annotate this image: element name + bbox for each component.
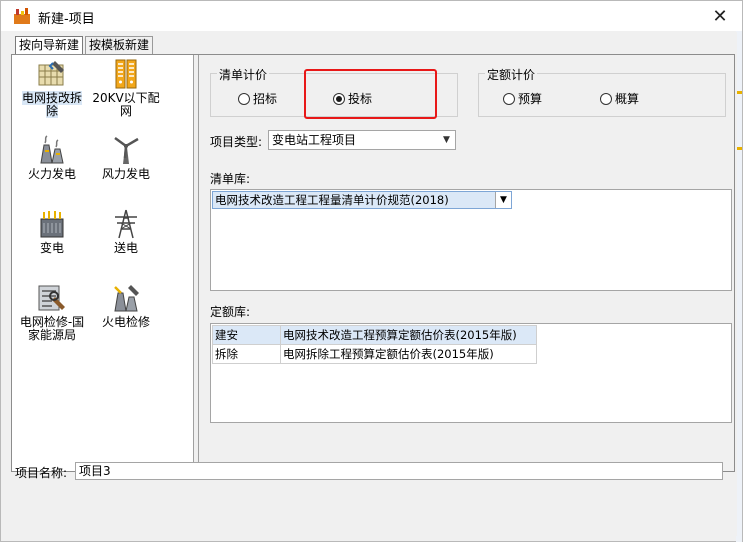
bill-pricing-legend: 清单计价	[217, 66, 270, 83]
radio-estimate[interactable]: 概算	[600, 90, 639, 107]
category-label: 20KV以下配网	[92, 91, 160, 118]
project-name-input[interactable]: 项目3	[75, 462, 723, 480]
close-button[interactable]: ✕	[698, 1, 742, 31]
quota-library-label: 定额库:	[210, 305, 251, 319]
settings-pane: 清单计价 招标 投标 定额计价 预算 概算 项目类型: 变电站工程项目 ▼ 清单…	[200, 55, 734, 471]
category-label: 变电	[39, 241, 64, 255]
grid-maintenance-icon	[37, 283, 67, 313]
category-substation[interactable]: 变电	[18, 209, 86, 255]
transformer-icon	[37, 209, 67, 239]
app-icon	[13, 7, 31, 25]
project-name-label: 项目名称:	[15, 466, 68, 480]
quota-type-cell: 建安	[212, 325, 281, 345]
tab-template-new[interactable]: 按模板新建	[85, 36, 154, 54]
category-grid-maintenance[interactable]: 电网检修-国家能源局	[18, 283, 86, 342]
category-label: 电网技改拆除	[21, 91, 82, 118]
close-icon: ✕	[712, 5, 728, 27]
quota-name-cell: 电网技术改造工程预算定额估价表(2015年版)	[280, 325, 537, 345]
quota-library-box: 建安 电网技术改造工程预算定额估价表(2015年版) 拆除 电网拆除工程预算定额…	[210, 323, 732, 423]
quota-name-cell: 电网拆除工程预算定额估价表(2015年版)	[280, 344, 537, 364]
radio-budget[interactable]: 预算	[503, 90, 542, 107]
chevron-down-icon: ▼	[443, 135, 450, 145]
bill-library-box: 电网技术改造工程工程量清单计价规范(2018) ▼	[210, 189, 732, 291]
category-transmission[interactable]: 送电	[92, 209, 160, 255]
thermal-maintenance-icon	[111, 283, 141, 313]
window-title: 新建-项目	[38, 12, 95, 27]
radio-circle	[503, 92, 515, 105]
quota-type-cell: 拆除	[212, 344, 281, 364]
table-row[interactable]: 建安 电网技术改造工程预算定额估价表(2015年版)	[212, 325, 537, 345]
category-label: 火电检修	[101, 315, 150, 329]
radio-tender[interactable]: 招标	[238, 90, 277, 107]
tab-strip: 按向导新建 按模板新建	[15, 36, 154, 54]
radio-circle	[238, 92, 250, 105]
new-project-dialog: 新建-项目 ✕ 按向导新建 按模板新建 电网技改拆除 20KV以下配网 火力发电…	[0, 0, 743, 542]
highlight-annotation	[304, 69, 437, 119]
thermal-power-icon	[37, 135, 67, 165]
splitter-handle[interactable]	[194, 55, 199, 471]
quota-pricing-legend: 定额计价	[485, 66, 538, 83]
quota-library-table: 建安 电网技术改造工程预算定额估价表(2015年版) 拆除 电网拆除工程预算定额…	[212, 325, 537, 364]
wind-turbine-icon	[111, 135, 141, 165]
chevron-down-icon: ▼	[495, 192, 511, 208]
category-label: 电网检修-国家能源局	[19, 315, 85, 342]
project-type-label: 项目类型:	[210, 135, 263, 149]
transmission-tower-icon	[111, 209, 141, 239]
project-category-list: 电网技改拆除 20KV以下配网 火力发电 风力发电 变电 送电 电网检修-国家能…	[12, 55, 194, 471]
bill-library-select[interactable]: 电网技术改造工程工程量清单计价规范(2018) ▼	[212, 191, 512, 209]
tab-panel: 电网技改拆除 20KV以下配网 火力发电 风力发电 变电 送电 电网检修-国家能…	[11, 54, 735, 472]
category-distribution-network[interactable]: 20KV以下配网	[92, 59, 160, 118]
grid-refurbish-icon	[37, 59, 67, 89]
category-label: 火力发电	[27, 167, 76, 181]
category-grid-refurbish[interactable]: 电网技改拆除	[18, 59, 86, 118]
dialog-body: 按向导新建 按模板新建 电网技改拆除 20KV以下配网 火力发电 风力发电 变电…	[9, 32, 737, 536]
category-wind-power[interactable]: 风力发电	[92, 135, 160, 181]
category-thermal-power[interactable]: 火力发电	[18, 135, 86, 181]
distribution-cabinet-icon	[111, 59, 141, 89]
category-thermal-maintenance[interactable]: 火电检修	[92, 283, 160, 329]
project-type-select[interactable]: 变电站工程项目 ▼	[268, 130, 456, 150]
radio-circle	[600, 92, 612, 105]
title-bar: 新建-项目 ✕	[1, 1, 742, 31]
category-label: 送电	[113, 241, 138, 255]
category-label: 风力发电	[101, 167, 150, 181]
bill-library-label: 清单库:	[210, 172, 251, 186]
tab-wizard-new[interactable]: 按向导新建	[15, 36, 84, 54]
table-row[interactable]: 拆除 电网拆除工程预算定额估价表(2015年版)	[212, 344, 537, 364]
